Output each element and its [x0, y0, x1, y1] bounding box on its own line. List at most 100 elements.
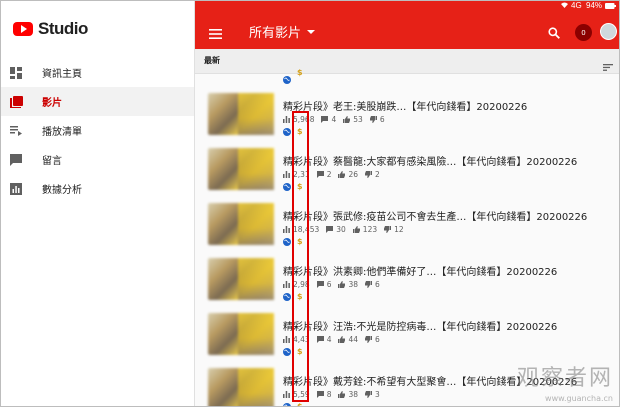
like-count: 38 [348, 390, 359, 399]
signal-label: 4G [571, 1, 582, 10]
studio-logo[interactable]: Studio [13, 19, 88, 39]
views-icon [283, 336, 290, 343]
thumbs-up-icon [338, 391, 346, 398]
sidebar-item-analytics[interactable]: 數據分析 [1, 174, 194, 203]
like-count: 44 [348, 335, 359, 344]
like-count: 26 [348, 170, 359, 179]
globe-icon [283, 347, 291, 356]
watermark: 观察者网 [516, 366, 613, 391]
comment-icon [9, 153, 23, 167]
like-count: 123 [362, 225, 378, 234]
thumbs-up-icon [352, 226, 360, 233]
sort-label: 最新 [204, 56, 220, 65]
video-title[interactable]: 精彩片段》張武修:疫苗公司不會去生產…【年代向錢看】20200226 [283, 208, 587, 223]
monetization-icon: $ [297, 68, 303, 77]
comment-count: 6 [326, 280, 332, 289]
video-thumbnail[interactable] [208, 368, 274, 406]
battery-label: 94% [586, 1, 603, 10]
sidebar: Studio 資訊主頁 影片 播放清單 留言 數據分析 [1, 1, 195, 406]
dislike-count: 3 [375, 390, 380, 399]
studio-wordmark: Studio [38, 19, 88, 38]
video-filter-dropdown[interactable]: 所有影片 [249, 22, 316, 41]
monetization-highlight-box [292, 111, 309, 402]
video-thumbnail[interactable] [208, 203, 274, 245]
battery-icon [605, 2, 616, 11]
search-icon[interactable] [548, 24, 560, 43]
views-icon [283, 281, 290, 288]
comment-count-icon [316, 391, 324, 398]
globe-icon [283, 292, 291, 301]
comment-count: 2 [326, 170, 332, 179]
sidebar-item-playlists[interactable]: 播放清單 [1, 116, 194, 145]
thumbs-down-icon [365, 281, 373, 288]
sidebar-item-dashboard[interactable]: 資訊主頁 [1, 58, 194, 87]
thumbs-down-icon [365, 391, 373, 398]
thumbs-down-icon [384, 226, 392, 233]
menu-icon[interactable] [209, 24, 222, 43]
sort-icon[interactable] [603, 56, 613, 75]
avatar[interactable] [600, 23, 617, 40]
dashboard-icon [9, 66, 23, 80]
dislike-count: 6 [375, 280, 380, 289]
sidebar-nav: 資訊主頁 影片 播放清單 留言 數據分析 [1, 58, 194, 203]
views-icon [283, 391, 290, 398]
sidebar-item-label: 資訊主頁 [42, 69, 82, 80]
videos-icon [9, 95, 23, 109]
video-badges: $ [283, 402, 303, 407]
monetization-icon: $ [297, 402, 303, 407]
globe-icon [283, 237, 291, 246]
like-count: 53 [353, 115, 363, 124]
video-thumbnail[interactable] [208, 148, 274, 190]
video-thumbnail[interactable] [208, 313, 274, 355]
sidebar-item-label: 留言 [42, 156, 62, 167]
video-title[interactable]: 精彩片段》蔡醫龍:大家都有感染風險…【年代向錢看】20200226 [283, 153, 577, 168]
dislike-count: 12 [394, 225, 404, 234]
thumbs-down-icon [369, 116, 377, 123]
globe-icon [283, 69, 291, 88]
comment-count: 4 [331, 115, 337, 124]
video-row[interactable]: 精彩片段》汪浩:不光是防控病毒…【年代向錢看】20200226 4,43 4 4… [195, 311, 619, 366]
analytics-icon [9, 182, 23, 196]
thumbs-up-icon [338, 336, 346, 343]
globe-icon [283, 127, 291, 136]
video-title[interactable]: 精彩片段》老王:美股崩跌…【年代向錢看】20200226 [283, 98, 527, 113]
video-title[interactable]: 精彩片段》汪浩:不光是防控病毒…【年代向錢看】20200226 [283, 318, 557, 333]
playlist-icon [9, 124, 23, 138]
notification-badge[interactable]: 0 [575, 24, 592, 41]
video-row[interactable]: 精彩片段》張武修:疫苗公司不會去生產…【年代向錢看】20200226 18,45… [195, 201, 619, 256]
video-title[interactable]: 精彩片段》洪素卿:他們準備好了…【年代向錢看】20200226 [283, 263, 557, 278]
sidebar-item-comments[interactable]: 留言 [1, 145, 194, 174]
wifi-icon [561, 1, 568, 10]
video-thumbnail[interactable] [208, 258, 274, 300]
sidebar-item-label: 播放清單 [42, 127, 82, 138]
dislike-count: 6 [375, 335, 380, 344]
thumbs-down-icon [365, 171, 373, 178]
page-title: 所有影片 [249, 26, 302, 41]
video-thumbnail[interactable] [208, 93, 274, 135]
video-row[interactable]: 精彩片段》老王:美股崩跌…【年代向錢看】20200226 5,968 4 53 … [195, 91, 619, 146]
dislike-count: 6 [379, 115, 385, 124]
views-icon [283, 226, 290, 233]
sort-bar: 最新 [195, 49, 619, 74]
comment-count-icon [316, 336, 324, 343]
like-count: 38 [348, 280, 359, 289]
status-bar: 4G 94% [195, 1, 619, 11]
thumbs-up-icon [338, 171, 346, 178]
thumbs-down-icon [365, 336, 373, 343]
comment-count: 30 [336, 225, 346, 234]
watermark-url: www.guancha.cn [545, 394, 613, 403]
comment-count: 8 [326, 390, 332, 399]
comment-count-icon [321, 116, 329, 123]
video-row[interactable]: 精彩片段》洪素卿:他們準備好了…【年代向錢看】20200226 2,98 6 3… [195, 256, 619, 311]
youtube-logo-icon [13, 22, 33, 36]
video-row[interactable]: 精彩片段》蔡醫龍:大家都有感染風險…【年代向錢看】20200226 2,31 2… [195, 146, 619, 201]
main-panel: 4G 94% 所有影片 0 最新 $ 精彩片段》老王:美股崩跌…【年代向錢看】2… [195, 1, 619, 406]
globe-icon [283, 402, 291, 406]
views-icon [283, 116, 290, 123]
comment-count-icon [326, 226, 334, 233]
comment-count-icon [316, 171, 324, 178]
comment-count-icon [316, 281, 324, 288]
sidebar-item-label: 影片 [42, 98, 62, 109]
app-bar: 4G 94% 所有影片 0 [195, 1, 619, 49]
sidebar-item-videos[interactable]: 影片 [1, 87, 194, 116]
